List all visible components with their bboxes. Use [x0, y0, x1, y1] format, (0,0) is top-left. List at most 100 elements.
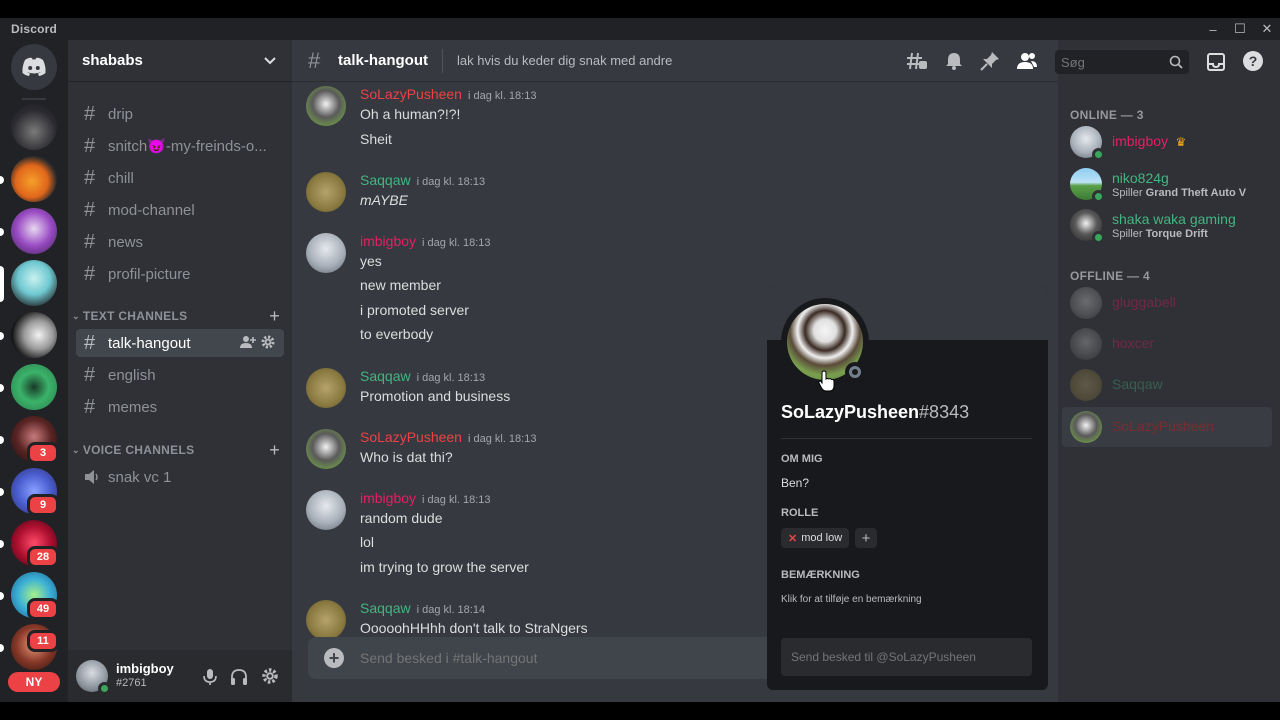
user-panel: imbigboy #2761: [68, 650, 292, 702]
server-icon-1[interactable]: [11, 104, 57, 150]
gear-icon[interactable]: [260, 334, 276, 354]
close-button[interactable]: ✕: [1254, 18, 1280, 40]
remove-role-icon[interactable]: ✕: [788, 532, 797, 545]
member-name: SoLazyPusheen: [1112, 418, 1214, 434]
home-button[interactable]: [11, 44, 57, 90]
role-pill[interactable]: ✕ mod low: [781, 528, 850, 548]
discord-logo-icon: [11, 44, 57, 90]
server-icon-4[interactable]: [11, 260, 57, 306]
member-item[interactable]: Saqqaw: [1062, 365, 1272, 405]
timestamp: i dag kl. 18:14: [416, 604, 486, 616]
member-item[interactable]: niko824g Spiller Grand Theft Auto V: [1062, 164, 1272, 204]
author-name[interactable]: imbigboy: [360, 233, 416, 249]
attach-plus-icon[interactable]: +: [324, 648, 344, 668]
channel-profil-picture[interactable]: # profil-picture: [76, 260, 284, 288]
category-voice-channels[interactable]: ⌄ VOICE CHANNELS +: [72, 440, 284, 461]
channel-name: talk-hangout: [108, 334, 191, 352]
member-item[interactable]: shaka waka gaming Spiller Torque Drift: [1062, 205, 1272, 245]
channel-name: profil-picture: [108, 265, 191, 283]
mention-badge: 49: [27, 598, 59, 620]
minimize-button[interactable]: –: [1200, 18, 1226, 40]
channel-chill[interactable]: # chill: [76, 164, 284, 192]
microphone-icon[interactable]: [202, 668, 218, 691]
voice-channel-snak-vc-1[interactable]: snak vc 1: [76, 463, 284, 491]
settings-gear-icon[interactable]: [261, 667, 279, 690]
add-role-button[interactable]: +: [855, 528, 877, 548]
channel-snitch[interactable]: # snitch😈-my-freinds-o...: [76, 132, 284, 160]
server-icon-11[interactable]: 11: [11, 624, 59, 670]
author-avatar[interactable]: [306, 490, 346, 530]
author-name[interactable]: SoLazyPusheen: [360, 429, 462, 445]
inbox-icon[interactable]: [1206, 52, 1226, 77]
author-avatar[interactable]: [306, 233, 346, 273]
hashtag-icon: #: [84, 102, 96, 125]
note-input[interactable]: Klik for at tilføje en bemærkning: [781, 594, 922, 605]
channel-mod-channel[interactable]: # mod-channel: [76, 196, 284, 224]
message-text: Who is dat thi?: [360, 449, 453, 465]
hashtag-icon: #: [84, 262, 96, 285]
channel-drip[interactable]: # drip: [76, 100, 284, 128]
author-name[interactable]: Saqqaw: [360, 172, 411, 188]
server-avatar: [11, 156, 57, 202]
member-item[interactable]: imbigboy ♛: [1062, 122, 1272, 162]
author-avatar[interactable]: [306, 172, 346, 212]
online-status-icon: [98, 682, 111, 695]
channel-talk-hangout[interactable]: # talk-hangout: [76, 329, 284, 357]
mention-badge: 28: [27, 546, 59, 568]
server-icon-6[interactable]: [11, 364, 57, 410]
channel-news[interactable]: # news: [76, 228, 284, 256]
author-name[interactable]: Saqqaw: [360, 600, 411, 616]
server-icon-2[interactable]: [11, 156, 57, 202]
member-item-selected[interactable]: SoLazyPusheen: [1062, 407, 1272, 447]
server-header[interactable]: shababs: [68, 40, 292, 82]
search-box[interactable]: [1055, 50, 1189, 74]
category-label: TEXT CHANNELS: [82, 309, 188, 323]
threads-icon[interactable]: [906, 51, 928, 76]
server-icon-5[interactable]: [11, 312, 57, 358]
author-avatar[interactable]: [306, 600, 346, 637]
message-text: yes: [360, 253, 382, 269]
author-name[interactable]: SoLazyPusheen: [360, 86, 462, 102]
server-icon-9[interactable]: 28: [11, 520, 59, 568]
search-input[interactable]: [1061, 54, 1157, 70]
new-unreads-pill[interactable]: NY: [8, 672, 60, 692]
online-status-icon: [1092, 148, 1105, 161]
author-name[interactable]: imbigboy: [360, 490, 416, 506]
member-item[interactable]: hoxcer: [1062, 324, 1272, 364]
user-avatar[interactable]: [76, 660, 111, 695]
author-avatar[interactable]: [306, 86, 346, 126]
dm-message-input[interactable]: [791, 650, 1032, 664]
unread-indicator: [0, 332, 4, 340]
member-list-icon[interactable]: [1016, 51, 1038, 76]
create-channel-icon[interactable]: +: [269, 306, 280, 327]
headphones-icon[interactable]: [230, 668, 248, 691]
pin-icon[interactable]: [980, 51, 1000, 76]
maximize-button[interactable]: ☐: [1227, 18, 1253, 40]
message-text: to everbody: [360, 326, 434, 342]
notification-bell-icon[interactable]: [944, 51, 964, 76]
author-avatar[interactable]: [306, 368, 346, 408]
member-name: shaka waka gaming: [1112, 210, 1236, 227]
member-item[interactable]: gluggabell: [1062, 283, 1272, 323]
author-name[interactable]: Saqqaw: [360, 368, 411, 384]
member-name: gluggabell: [1112, 294, 1176, 310]
channel-memes[interactable]: # memes: [76, 393, 284, 421]
author-avatar[interactable]: [306, 429, 346, 469]
unread-indicator: [0, 592, 4, 600]
channel-english[interactable]: # english: [76, 361, 284, 389]
category-label: VOICE CHANNELS: [82, 443, 195, 457]
category-text-channels[interactable]: ⌄ TEXT CHANNELS +: [72, 306, 284, 327]
about-label: OM MIG: [781, 453, 823, 465]
invite-icon[interactable]: [240, 334, 256, 354]
server-icon-7[interactable]: 3: [11, 416, 59, 464]
server-icon-3[interactable]: [11, 208, 57, 254]
server-avatar: [11, 260, 57, 306]
server-icon-8[interactable]: 9: [11, 468, 59, 516]
create-channel-icon[interactable]: +: [269, 440, 280, 461]
profile-divider: [781, 438, 1032, 439]
server-icon-10[interactable]: 49: [11, 572, 59, 620]
crown-icon: ♛: [1175, 135, 1187, 149]
profile-avatar[interactable]: [787, 304, 865, 382]
hashtag-icon: #: [84, 395, 96, 418]
help-icon[interactable]: ?: [1243, 51, 1263, 71]
